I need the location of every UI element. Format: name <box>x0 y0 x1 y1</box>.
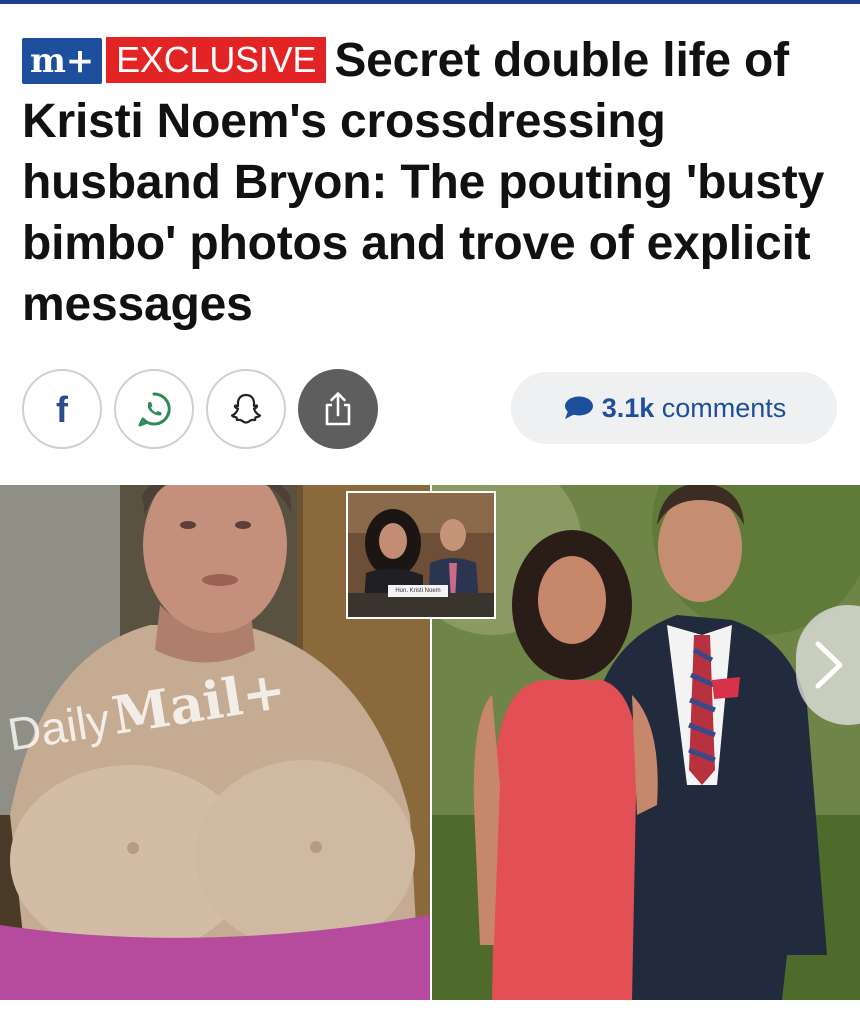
whatsapp-share-button[interactable] <box>114 369 194 449</box>
speech-bubble-icon <box>564 396 593 419</box>
inset-nameplate: Hon. Kristi Noem <box>388 585 448 597</box>
article-photo[interactable]: DailyMail+ Hon. Kristi Noem <box>0 485 860 1000</box>
share-button[interactable] <box>298 369 378 449</box>
comments-label: comments <box>661 392 787 423</box>
article-headline: m+ EXCLUSIVE Secret double life of Kristi … <box>22 30 838 335</box>
chevron-right-icon <box>815 641 843 689</box>
photo-right-panel <box>432 485 860 1000</box>
facebook-share-button[interactable]: f <box>22 369 102 449</box>
share-icon <box>325 392 351 426</box>
comments-count: 3.1k <box>601 392 655 423</box>
facebook-icon: f <box>56 389 68 430</box>
photo-right-illustration <box>432 485 860 1000</box>
mail-plus-badge: m+ <box>22 38 103 84</box>
top-stripe <box>0 0 860 4</box>
inset-illustration <box>348 493 494 617</box>
comments-button[interactable]: 3.1k comments <box>511 372 837 444</box>
whatsapp-icon <box>138 392 171 427</box>
exclusive-badge: EXCLUSIVE <box>106 37 327 83</box>
snapchat-share-button[interactable] <box>206 369 286 449</box>
snapchat-icon <box>230 393 262 424</box>
inset-photo: Hon. Kristi Noem <box>346 491 496 619</box>
